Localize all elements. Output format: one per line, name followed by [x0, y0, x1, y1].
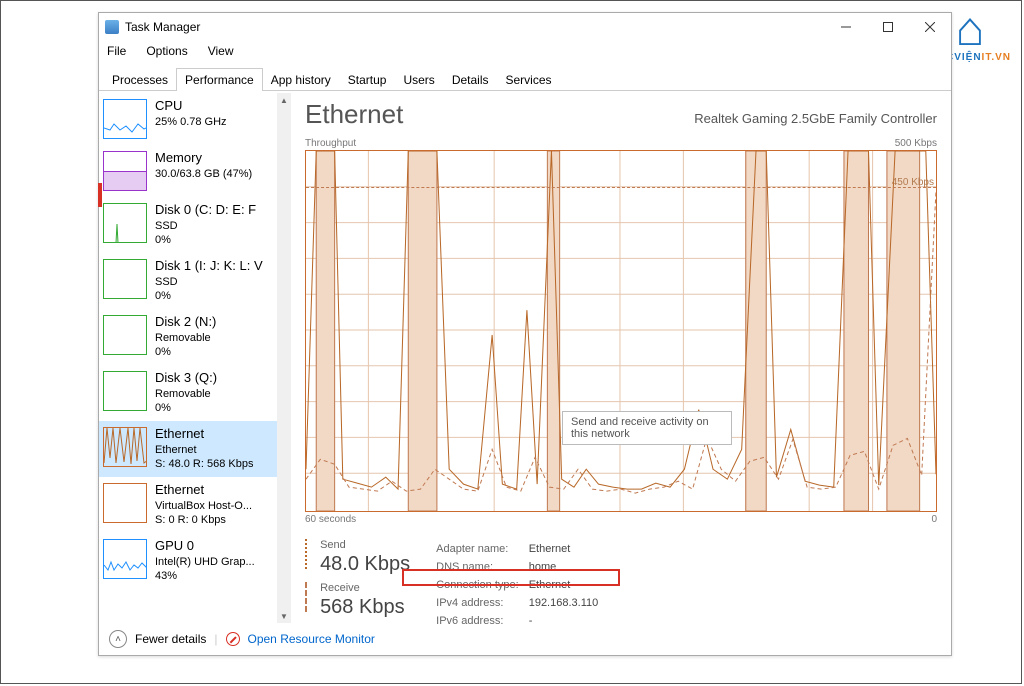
reference-label: 450 Kbps — [892, 177, 934, 188]
thumb-disk — [103, 259, 147, 299]
sidebar-item-ethernet[interactable]: EthernetEthernetS: 48.0 R: 568 Kbps — [99, 421, 291, 477]
thumb-cpu — [103, 99, 147, 139]
sidebar-item-memory[interactable]: Memory30.0/63.8 GB (47%) — [99, 145, 291, 197]
thumb-disk — [103, 315, 147, 355]
tab-startup[interactable]: Startup — [339, 68, 396, 91]
receive-label: Receive — [320, 582, 405, 594]
menu-bar: File Options View — [99, 41, 951, 61]
task-manager-window: Task Manager File Options View Processes… — [98, 12, 952, 656]
thumb-gpu — [103, 539, 147, 579]
maximize-button[interactable] — [867, 13, 909, 41]
sidebar-item-disk0[interactable]: Disk 0 (C: D: E: FSSD0% — [99, 197, 291, 253]
menu-options[interactable]: Options — [142, 42, 191, 60]
footer-bar: ˄ Fewer details | Open Resource Monitor — [99, 623, 951, 655]
detail-heading: Ethernet — [305, 99, 403, 130]
sidebar-item-label: GPU 0 — [155, 539, 255, 553]
send-legend-icon — [305, 539, 311, 569]
close-button[interactable] — [909, 13, 951, 41]
tab-services[interactable]: Services — [497, 68, 561, 91]
tab-users[interactable]: Users — [394, 68, 443, 91]
adapter-name: Realtek Gaming 2.5GbE Family Controller — [694, 111, 937, 126]
sidebar-item-label: Disk 3 (Q:) — [155, 371, 217, 385]
tab-bar: Processes Performance App history Startu… — [99, 65, 951, 91]
send-value: 48.0 Kbps — [320, 553, 410, 576]
sidebar-scrollbar[interactable]: ▲ ▼ — [277, 93, 291, 623]
sidebar-item-ethernet-vbox[interactable]: EthernetVirtualBox Host-O...S: 0 R: 0 Kb… — [99, 477, 291, 533]
sidebar-item-label: Ethernet — [155, 483, 252, 497]
receive-value: 568 Kbps — [320, 596, 405, 619]
sidebar-item-label: Memory — [155, 151, 252, 165]
tab-performance[interactable]: Performance — [176, 68, 263, 91]
sidebar-item-label: Disk 0 (C: D: E: F — [155, 203, 256, 217]
chart-tooltip: Send and receive activity on this networ… — [562, 411, 732, 445]
tab-processes[interactable]: Processes — [103, 68, 177, 91]
thumb-disk — [103, 203, 147, 243]
connection-details: Adapter name:Ethernet DNS name:home Conn… — [434, 539, 608, 631]
tab-details[interactable]: Details — [443, 68, 498, 91]
window-title: Task Manager — [125, 20, 200, 34]
sidebar-item-label: Ethernet — [155, 427, 253, 441]
sidebar-item-label: Disk 2 (N:) — [155, 315, 216, 329]
scroll-down-icon[interactable]: ▼ — [277, 609, 291, 623]
throughput-label: Throughput — [305, 138, 356, 149]
minimize-button[interactable] — [825, 13, 867, 41]
thumb-ethernet — [103, 427, 147, 467]
open-resource-monitor-link[interactable]: Open Resource Monitor — [248, 632, 375, 646]
resource-monitor-icon — [226, 632, 240, 646]
sidebar-item-disk2[interactable]: Disk 2 (N:)Removable0% — [99, 309, 291, 365]
thumb-memory — [103, 151, 147, 191]
menu-file[interactable]: File — [103, 42, 130, 60]
throughput-chart[interactable]: 450 Kbps Send and receive activity on th… — [305, 150, 937, 512]
receive-legend-icon — [305, 582, 311, 612]
sidebar-item-cpu[interactable]: CPU25% 0.78 GHz — [99, 93, 291, 145]
sidebar-item-gpu0[interactable]: GPU 0Intel(R) UHD Grap...43% — [99, 533, 291, 589]
scroll-up-icon[interactable]: ▲ — [277, 93, 291, 107]
thumb-ethernet — [103, 483, 147, 523]
x-axis-right: 0 — [931, 514, 937, 525]
sidebar-item-disk1[interactable]: Disk 1 (I: J: K: L: VSSD0% — [99, 253, 291, 309]
fewer-details-link[interactable]: Fewer details — [135, 632, 206, 646]
send-label: Send — [320, 539, 410, 551]
performance-sidebar: CPU25% 0.78 GHz Memory30.0/63.8 GB (47%)… — [99, 93, 291, 623]
thumb-disk — [103, 371, 147, 411]
menu-view[interactable]: View — [204, 42, 238, 60]
scale-max-label: 500 Kbps — [895, 138, 937, 149]
sidebar-item-disk3[interactable]: Disk 3 (Q:)Removable0% — [99, 365, 291, 421]
sidebar-item-label: Disk 1 (I: J: K: L: V — [155, 259, 263, 273]
chevron-up-icon[interactable]: ˄ — [109, 630, 127, 648]
performance-detail: Ethernet Realtek Gaming 2.5GbE Family Co… — [291, 93, 951, 623]
sidebar-item-label: CPU — [155, 99, 227, 113]
app-icon — [105, 20, 119, 34]
tab-app-history[interactable]: App history — [262, 68, 340, 91]
titlebar[interactable]: Task Manager — [99, 13, 951, 41]
reference-line — [306, 187, 936, 188]
x-axis-left: 60 seconds — [305, 514, 356, 525]
